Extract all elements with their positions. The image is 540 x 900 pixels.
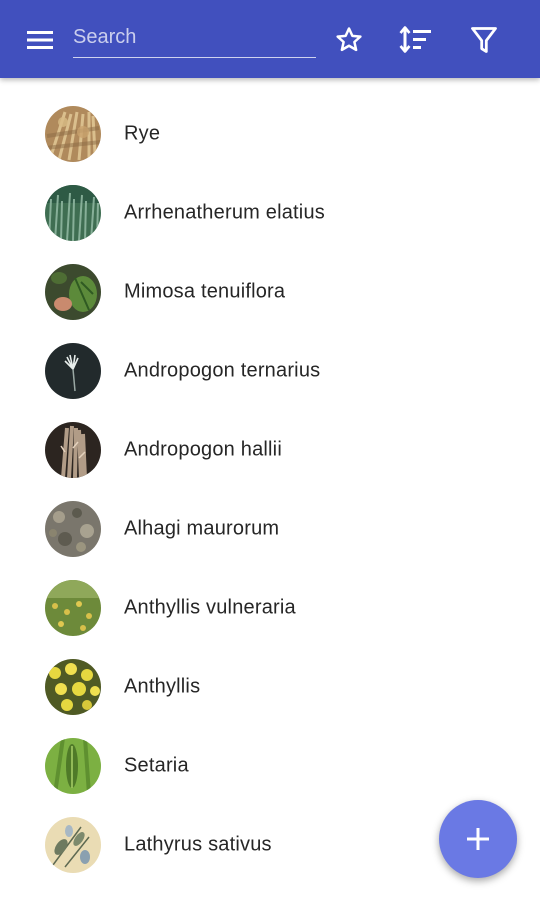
app-screen: Rye Arrhenatherum elatius xyxy=(0,0,540,900)
plant-name: Lathyrus sativus xyxy=(124,833,272,855)
star-outline-icon xyxy=(336,27,362,52)
andropogon-hallii-photo xyxy=(45,421,101,478)
list-item[interactable]: Alhagi maurorum xyxy=(0,489,540,568)
hamburger-menu-icon xyxy=(27,31,53,49)
plus-icon xyxy=(467,828,489,850)
list-item[interactable]: Mimosa tenuiflora xyxy=(0,252,540,331)
plant-name: Mimosa tenuiflora xyxy=(124,280,286,302)
menu-button[interactable] xyxy=(20,22,60,58)
search-field xyxy=(73,16,316,58)
plant-name: Andropogon ternarius xyxy=(124,359,321,381)
rye-photo xyxy=(45,105,101,162)
list-item[interactable]: Andropogon hallii xyxy=(0,410,540,489)
favorites-button[interactable] xyxy=(329,20,369,60)
sort-button[interactable] xyxy=(396,20,436,60)
plant-name: Setaria xyxy=(124,754,189,776)
plant-list: Rye Arrhenatherum elatius Mimosa tenuifl… xyxy=(0,94,540,884)
plant-name: Anthyllis vulneraria xyxy=(124,596,296,618)
alhagi-maurorum-photo xyxy=(45,500,101,557)
plant-name: Rye xyxy=(124,122,161,144)
top-app-bar xyxy=(0,0,540,78)
plant-name: Andropogon hallii xyxy=(124,438,282,460)
list-item[interactable]: Rye xyxy=(0,94,540,173)
list-item[interactable]: Anthyllis vulneraria xyxy=(0,568,540,647)
lathyrus-sativus-photo xyxy=(45,816,101,873)
list-item[interactable]: Arrhenatherum elatius xyxy=(0,173,540,252)
plant-name: Anthyllis xyxy=(124,675,201,697)
arrhenatherum-elatius-photo xyxy=(45,184,101,241)
list-item[interactable]: Setaria xyxy=(0,726,540,805)
plant-name: Arrhenatherum elatius xyxy=(124,201,325,223)
filter-button[interactable] xyxy=(464,20,504,60)
anthyllis-photo xyxy=(45,658,101,715)
list-item[interactable]: Andropogon ternarius xyxy=(0,331,540,410)
filter-icon xyxy=(471,27,497,53)
andropogon-ternarius-photo xyxy=(45,342,101,399)
sort-icon xyxy=(399,26,431,53)
plant-name: Alhagi maurorum xyxy=(124,517,280,539)
search-input[interactable] xyxy=(73,20,316,54)
list-item[interactable]: Anthyllis xyxy=(0,647,540,726)
anthyllis-vulneraria-photo xyxy=(45,579,101,636)
mimosa-tenuiflora-photo xyxy=(45,263,101,320)
setaria-photo xyxy=(45,737,101,794)
add-plant-fab[interactable] xyxy=(439,800,517,878)
